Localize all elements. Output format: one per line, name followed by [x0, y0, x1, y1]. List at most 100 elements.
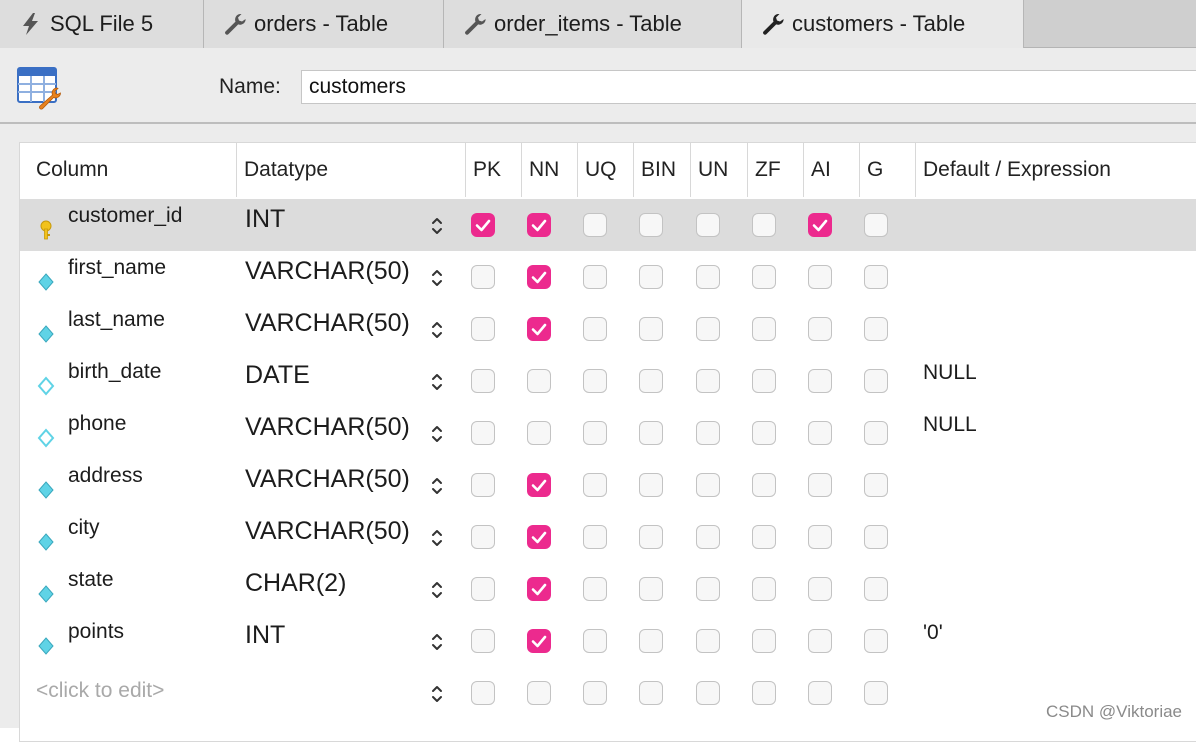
column-default-expression[interactable]: NULL: [923, 413, 977, 437]
uq-checkbox[interactable]: [583, 213, 607, 237]
bin-checkbox[interactable]: [639, 317, 663, 341]
zf-checkbox[interactable]: [752, 317, 776, 341]
zf-checkbox[interactable]: [752, 265, 776, 289]
nn-checkbox[interactable]: [527, 681, 551, 705]
tab-sql-file-5[interactable]: SQL File 5: [0, 0, 204, 48]
ai-checkbox[interactable]: [808, 265, 832, 289]
ai-checkbox[interactable]: [808, 421, 832, 445]
tab-customers-table[interactable]: customers - Table: [742, 0, 1024, 48]
column-datatype[interactable]: VARCHAR(50): [245, 517, 410, 546]
column-datatype[interactable]: VARCHAR(50): [245, 465, 410, 494]
g-checkbox[interactable]: [864, 265, 888, 289]
column-datatype[interactable]: VARCHAR(50): [245, 309, 410, 338]
pk-checkbox[interactable]: [471, 577, 495, 601]
bin-checkbox[interactable]: [639, 265, 663, 289]
header-pk[interactable]: PK: [465, 143, 521, 197]
uq-checkbox[interactable]: [583, 577, 607, 601]
datatype-stepper-icon[interactable]: [430, 215, 444, 237]
g-checkbox[interactable]: [864, 629, 888, 653]
g-checkbox[interactable]: [864, 213, 888, 237]
tab-orders-table[interactable]: orders - Table: [204, 0, 444, 48]
datatype-stepper-icon[interactable]: [430, 579, 444, 601]
ai-checkbox[interactable]: [808, 473, 832, 497]
un-checkbox[interactable]: [696, 317, 720, 341]
new-column-placeholder[interactable]: <click to edit>: [36, 679, 164, 703]
nn-checkbox[interactable]: [527, 317, 551, 341]
bin-checkbox[interactable]: [639, 525, 663, 549]
column-default-expression[interactable]: NULL: [923, 361, 977, 385]
g-checkbox[interactable]: [864, 681, 888, 705]
un-checkbox[interactable]: [696, 421, 720, 445]
datatype-stepper-icon[interactable]: [430, 423, 444, 445]
g-checkbox[interactable]: [864, 421, 888, 445]
column-name[interactable]: points: [68, 620, 124, 644]
un-checkbox[interactable]: [696, 265, 720, 289]
nn-checkbox[interactable]: [527, 213, 551, 237]
uq-checkbox[interactable]: [583, 473, 607, 497]
ai-checkbox[interactable]: [808, 681, 832, 705]
column-datatype[interactable]: DATE: [245, 361, 310, 390]
uq-checkbox[interactable]: [583, 681, 607, 705]
un-checkbox[interactable]: [696, 577, 720, 601]
pk-checkbox[interactable]: [471, 369, 495, 393]
un-checkbox[interactable]: [696, 213, 720, 237]
nn-checkbox[interactable]: [527, 369, 551, 393]
uq-checkbox[interactable]: [583, 629, 607, 653]
column-datatype[interactable]: VARCHAR(50): [245, 257, 410, 286]
header-uq[interactable]: UQ: [577, 143, 633, 197]
g-checkbox[interactable]: [864, 369, 888, 393]
un-checkbox[interactable]: [696, 473, 720, 497]
column-name[interactable]: address: [68, 464, 143, 488]
datatype-stepper-icon[interactable]: [430, 527, 444, 549]
table-name-input[interactable]: [301, 70, 1196, 104]
column-datatype[interactable]: INT: [245, 205, 285, 234]
zf-checkbox[interactable]: [752, 369, 776, 393]
zf-checkbox[interactable]: [752, 525, 776, 549]
tab-order-items-table[interactable]: order_items - Table: [444, 0, 742, 48]
column-name[interactable]: phone: [68, 412, 126, 436]
uq-checkbox[interactable]: [583, 265, 607, 289]
pk-checkbox[interactable]: [471, 213, 495, 237]
column-name[interactable]: customer_id: [68, 204, 182, 228]
bin-checkbox[interactable]: [639, 629, 663, 653]
column-row[interactable]: last_name VARCHAR(50): [20, 303, 1196, 355]
column-row[interactable]: customer_id INT: [20, 199, 1196, 251]
bin-checkbox[interactable]: [639, 577, 663, 601]
column-row[interactable]: birth_date DATE NULL: [20, 355, 1196, 407]
header-bin[interactable]: BIN: [633, 143, 690, 197]
column-row[interactable]: phone VARCHAR(50) NULL: [20, 407, 1196, 459]
ai-checkbox[interactable]: [808, 317, 832, 341]
pk-checkbox[interactable]: [471, 421, 495, 445]
column-name[interactable]: state: [68, 568, 114, 592]
nn-checkbox[interactable]: [527, 525, 551, 549]
nn-checkbox[interactable]: [527, 265, 551, 289]
uq-checkbox[interactable]: [583, 369, 607, 393]
un-checkbox[interactable]: [696, 681, 720, 705]
zf-checkbox[interactable]: [752, 681, 776, 705]
datatype-stepper-icon[interactable]: [430, 475, 444, 497]
bin-checkbox[interactable]: [639, 421, 663, 445]
pk-checkbox[interactable]: [471, 525, 495, 549]
datatype-stepper-icon[interactable]: [430, 631, 444, 653]
pk-checkbox[interactable]: [471, 681, 495, 705]
ai-checkbox[interactable]: [808, 213, 832, 237]
datatype-stepper-icon[interactable]: [430, 371, 444, 393]
header-g[interactable]: G: [859, 143, 915, 197]
uq-checkbox[interactable]: [583, 421, 607, 445]
header-ai[interactable]: AI: [803, 143, 859, 197]
pk-checkbox[interactable]: [471, 473, 495, 497]
column-name[interactable]: last_name: [68, 308, 165, 332]
uq-checkbox[interactable]: [583, 525, 607, 549]
un-checkbox[interactable]: [696, 369, 720, 393]
nn-checkbox[interactable]: [527, 629, 551, 653]
nn-checkbox[interactable]: [527, 421, 551, 445]
uq-checkbox[interactable]: [583, 317, 607, 341]
zf-checkbox[interactable]: [752, 473, 776, 497]
column-row[interactable]: city VARCHAR(50): [20, 511, 1196, 563]
datatype-stepper-icon[interactable]: [430, 319, 444, 341]
bin-checkbox[interactable]: [639, 473, 663, 497]
datatype-stepper-icon[interactable]: [430, 683, 444, 705]
nn-checkbox[interactable]: [527, 473, 551, 497]
ai-checkbox[interactable]: [808, 629, 832, 653]
pk-checkbox[interactable]: [471, 265, 495, 289]
